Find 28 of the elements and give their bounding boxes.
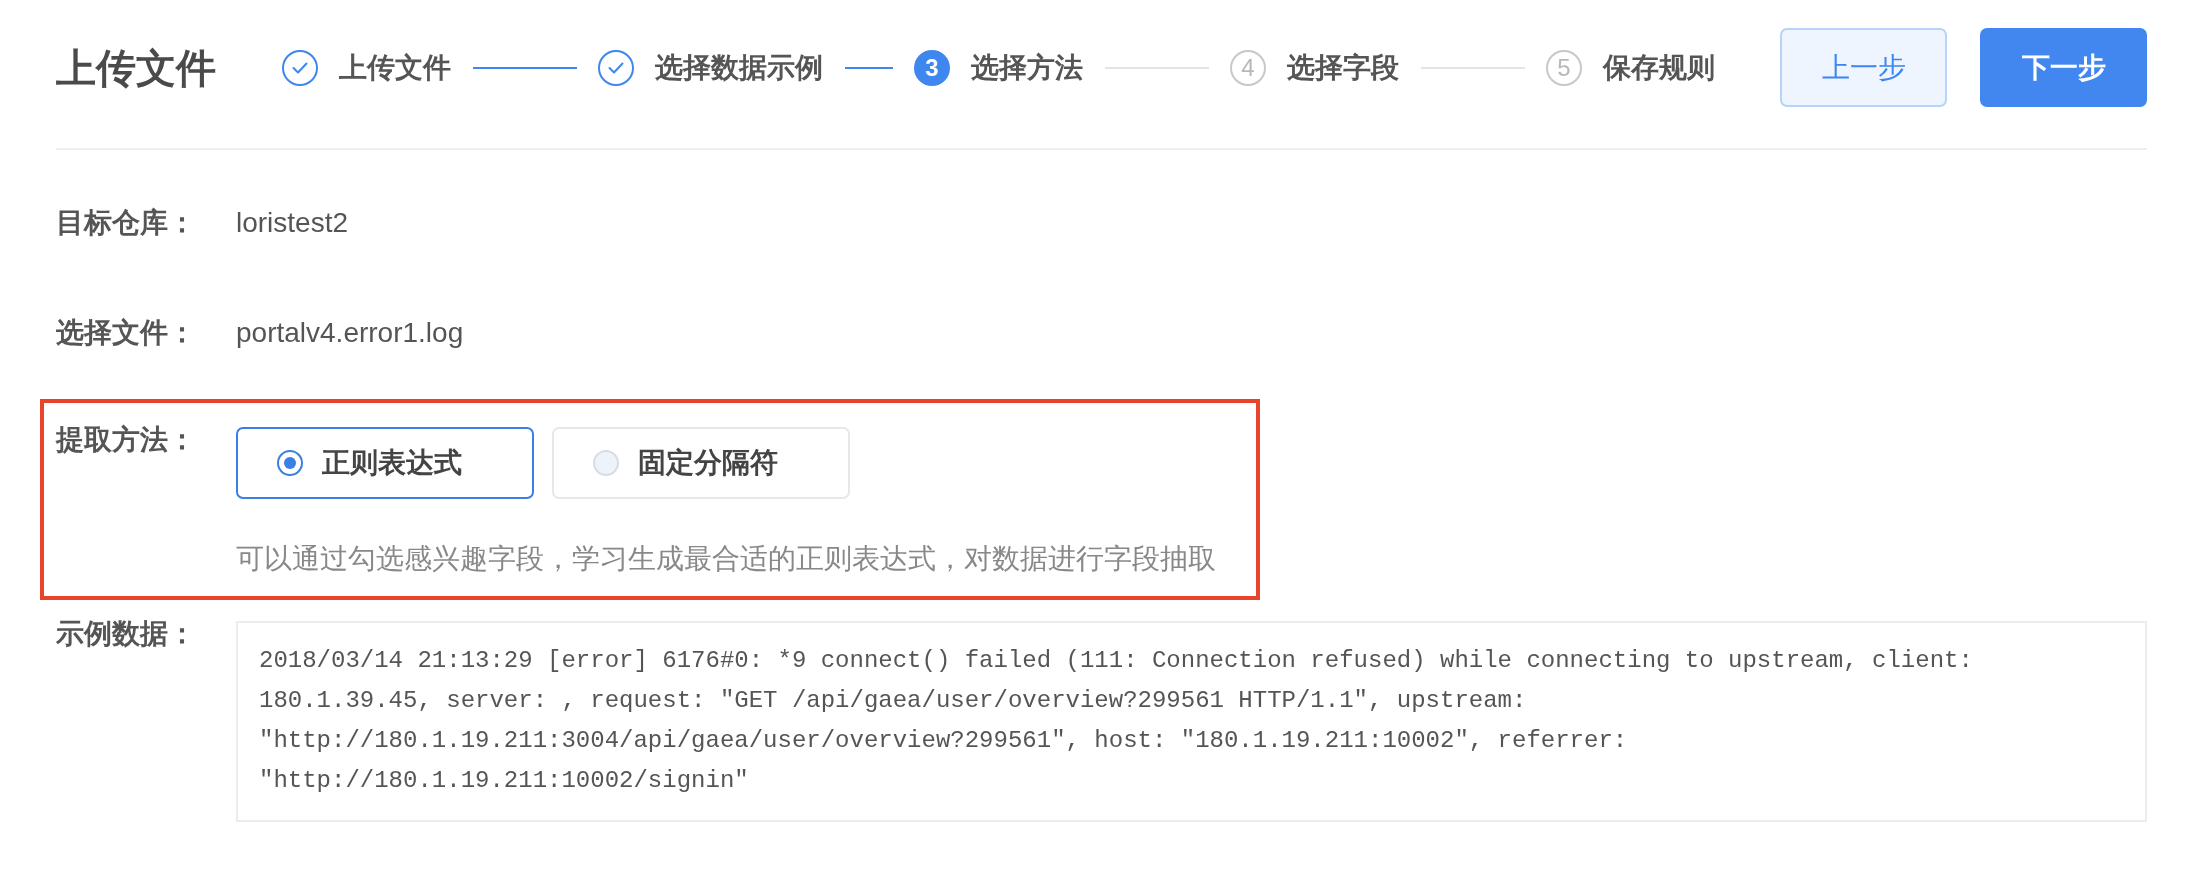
- log-line: "http://180.1.19.211:3004/api/gaea/user/overview?299561", host: "180.1.19.211:10002", referrer:: [259, 726, 1628, 756]
- step-label: 保存规则: [1603, 50, 1715, 85]
- radio-icon: [277, 450, 303, 476]
- step-number: 3: [914, 49, 950, 86]
- step-label: 选择方法: [971, 50, 1083, 85]
- step-label: 选择数据示例: [655, 50, 823, 85]
- next-button[interactable]: 下一步: [1980, 28, 2147, 107]
- step-number: 5: [1546, 49, 1582, 86]
- field-value: portalv4.error1.log: [236, 316, 464, 350]
- field-label: 提取方法：: [56, 423, 197, 457]
- log-line: 180.1.39.45, server: , request: "GET /api/gaea/user/overview?299561 HTTP/1.1", upstream:: [259, 686, 1527, 716]
- page-title: 上传文件: [56, 44, 216, 92]
- log-line: "http://180.1.19.211:10002/signin": [259, 766, 749, 796]
- field-label: 选择文件：: [56, 316, 197, 350]
- check-circle-icon: [598, 49, 634, 86]
- field-label: 示例数据：: [56, 617, 197, 651]
- hint-text: 可以通过勾选感兴趣字段，学习生成最合适的正则表达式，对数据进行字段抽取: [236, 542, 1216, 576]
- check-circle-icon: [282, 49, 318, 86]
- radio-option[interactable]: 固定分隔符: [552, 427, 850, 499]
- field-label: 目标仓库：: [56, 206, 197, 240]
- radio-icon: [593, 450, 619, 476]
- step-label: 选择字段: [1287, 50, 1399, 85]
- field-value: loristest2: [236, 206, 349, 240]
- step-number: 4: [1230, 49, 1266, 86]
- step-label: 上传文件: [339, 50, 451, 85]
- step-connector: [845, 66, 893, 69]
- log-line: 2018/03/14 21:13:29 [error] 6176#0: *9 connect() failed (111: Connection refused) while connecting to upstream, client:: [259, 646, 1973, 676]
- radio-option[interactable]: 正则表达式: [236, 427, 534, 499]
